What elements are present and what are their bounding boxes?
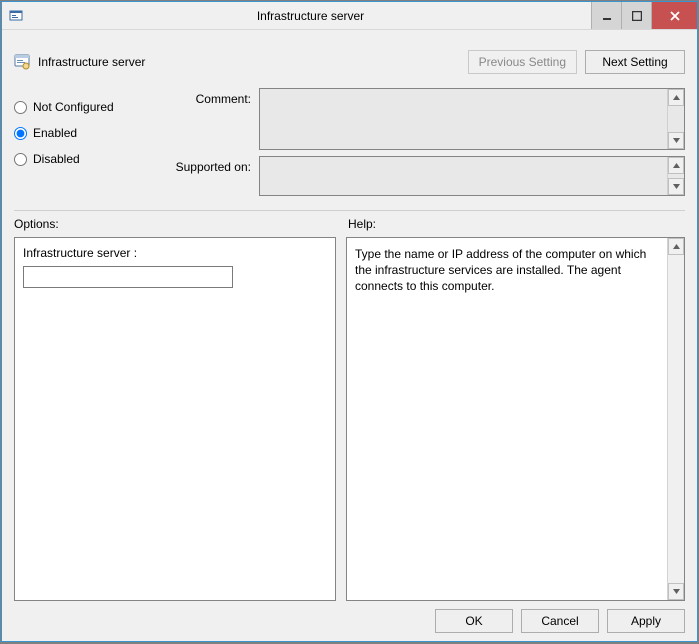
- dialog-content: Infrastructure server Previous Setting N…: [2, 30, 697, 641]
- policy-icon: [14, 54, 30, 70]
- dialog-footer: OK Cancel Apply: [14, 601, 685, 633]
- infrastructure-server-input[interactable]: [23, 266, 233, 288]
- scroll-up-icon[interactable]: [668, 157, 684, 174]
- help-panel: Type the name or IP address of the compu…: [346, 237, 685, 601]
- state-radio-group: Not Configured Enabled Disabled: [14, 88, 169, 172]
- options-panel: Infrastructure server :: [14, 237, 336, 601]
- scroll-up-icon[interactable]: [668, 89, 684, 106]
- next-setting-button[interactable]: Next Setting: [585, 50, 685, 74]
- radio-label: Disabled: [33, 152, 80, 166]
- divider: [14, 210, 685, 211]
- radio-not-configured-input[interactable]: [14, 101, 27, 114]
- radio-enabled-input[interactable]: [14, 127, 27, 140]
- ok-button[interactable]: OK: [435, 609, 513, 633]
- scrollbar[interactable]: [667, 238, 684, 600]
- cancel-label: Cancel: [541, 614, 578, 628]
- section-labels: Options: Help:: [14, 217, 685, 231]
- options-section-label: Options:: [14, 217, 348, 231]
- page-title: Infrastructure server: [38, 55, 145, 69]
- comment-textarea[interactable]: [259, 88, 685, 150]
- dialog-window: Infrastructure server: [1, 1, 698, 642]
- radio-disabled-input[interactable]: [14, 153, 27, 166]
- scroll-down-icon[interactable]: [668, 132, 684, 149]
- previous-setting-label: Previous Setting: [479, 55, 566, 69]
- window-controls: [591, 2, 697, 29]
- scrollbar[interactable]: [667, 89, 684, 149]
- help-text: Type the name or IP address of the compu…: [355, 246, 660, 295]
- radio-enabled[interactable]: Enabled: [14, 120, 169, 146]
- scroll-up-icon[interactable]: [668, 238, 684, 255]
- scroll-down-icon[interactable]: [668, 178, 684, 195]
- cancel-button[interactable]: Cancel: [521, 609, 599, 633]
- maximize-button[interactable]: [621, 2, 651, 29]
- infrastructure-server-label: Infrastructure server :: [23, 246, 327, 260]
- configuration-area: Not Configured Enabled Disabled Comment:: [14, 88, 685, 202]
- panels: Infrastructure server : Type the name or…: [14, 237, 685, 601]
- previous-setting-button: Previous Setting: [468, 50, 577, 74]
- radio-disabled[interactable]: Disabled: [14, 146, 169, 172]
- radio-label: Not Configured: [33, 100, 114, 114]
- window-title: Infrastructure server: [30, 2, 591, 29]
- radio-label: Enabled: [33, 126, 77, 140]
- radio-not-configured[interactable]: Not Configured: [14, 94, 169, 120]
- close-button[interactable]: [651, 2, 697, 29]
- comment-label: Comment:: [169, 88, 259, 106]
- apply-label: Apply: [631, 614, 661, 628]
- scroll-down-icon[interactable]: [668, 583, 684, 600]
- supported-on-textarea[interactable]: [259, 156, 685, 196]
- apply-button[interactable]: Apply: [607, 609, 685, 633]
- ok-label: OK: [465, 614, 482, 628]
- next-setting-label: Next Setting: [602, 55, 667, 69]
- minimize-button[interactable]: [591, 2, 621, 29]
- header-row: Infrastructure server Previous Setting N…: [14, 42, 685, 82]
- help-section-label: Help:: [348, 217, 685, 231]
- scrollbar[interactable]: [667, 157, 684, 195]
- title-bar[interactable]: Infrastructure server: [2, 2, 697, 30]
- supported-on-label: Supported on:: [169, 156, 259, 174]
- window-icon: [2, 2, 30, 29]
